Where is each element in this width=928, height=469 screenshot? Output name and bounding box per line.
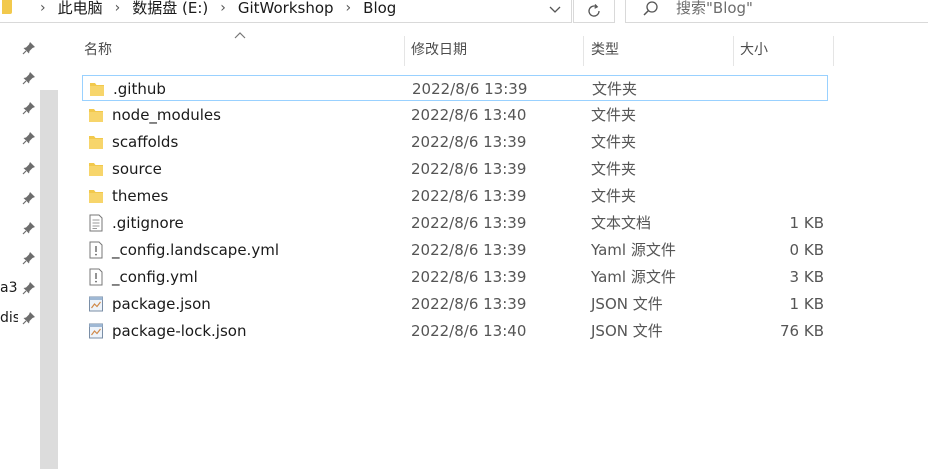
file-type: 文件夹	[591, 160, 637, 178]
file-name[interactable]: source	[112, 156, 162, 182]
file-name[interactable]: scaffolds	[112, 129, 178, 155]
text-file-icon	[89, 214, 103, 232]
file-type: JSON 文件	[591, 322, 663, 340]
breadcrumb-item-gitworkshop[interactable]: GitWorkshop	[238, 0, 334, 18]
pin-icon[interactable]	[22, 221, 36, 235]
file-size: 1 KB	[789, 295, 824, 313]
file-size: 1 KB	[789, 214, 824, 232]
breadcrumb-separator[interactable]: ›	[220, 0, 226, 18]
folder-icon	[89, 190, 103, 203]
breadcrumb-separator[interactable]: ›	[346, 0, 352, 18]
file-modified-date: 2022/8/6 13:39	[411, 268, 527, 286]
column-divider[interactable]	[583, 36, 584, 66]
file-row[interactable]: package-lock.json 2022/8/6 13:40 JSON 文件 76…	[82, 318, 828, 344]
file-type: Yaml 源文件	[591, 268, 676, 286]
search-box[interactable]: 搜索"Blog"	[625, 0, 928, 23]
column-divider[interactable]	[733, 36, 734, 66]
file-name[interactable]: _config.yml	[112, 264, 198, 290]
breadcrumb-separator[interactable]: ›	[40, 0, 46, 18]
pin-icon[interactable]	[22, 311, 36, 325]
column-header-size[interactable]: 大小	[740, 36, 830, 64]
pin-icon[interactable]	[22, 161, 36, 175]
breadcrumb-item-blog[interactable]: Blog	[363, 0, 396, 18]
pin-icon[interactable]	[22, 281, 36, 295]
file-modified-date: 2022/8/6 13:39	[411, 214, 527, 232]
refresh-icon	[588, 4, 600, 17]
file-modified-date: 2022/8/6 13:39	[411, 133, 527, 151]
file-row[interactable]: .github 2022/8/6 13:39 文件夹	[82, 75, 828, 101]
file-modified-date: 2022/8/6 13:40	[411, 106, 527, 124]
nav-item-label[interactable]: dis	[0, 310, 18, 326]
address-bar[interactable]: › 此电脑 › 数据盘 (E:) › GitWorkshop › Blog	[0, 0, 572, 23]
file-name[interactable]: package.json	[112, 291, 211, 317]
file-name[interactable]: _config.landscape.yml	[112, 237, 279, 263]
folder-icon	[2, 0, 12, 14]
pin-icon[interactable]	[22, 251, 36, 265]
file-modified-date: 2022/8/6 13:39	[411, 187, 527, 205]
file-type: 文本文档	[591, 214, 652, 232]
file-type: Yaml 源文件	[591, 241, 676, 259]
file-type: JSON 文件	[591, 295, 663, 313]
column-divider[interactable]	[833, 36, 834, 66]
file-modified-date: 2022/8/6 13:39	[411, 241, 527, 259]
file-name[interactable]: .gitignore	[112, 210, 184, 236]
pin-icon[interactable]	[22, 71, 36, 85]
search-icon	[643, 1, 658, 16]
file-type: 文件夹	[591, 187, 637, 205]
file-type: 文件夹	[591, 106, 637, 124]
yaml-file-icon	[89, 268, 103, 286]
file-size: 0 KB	[789, 241, 824, 259]
nav-item-label[interactable]: a3.1	[0, 280, 18, 296]
scrollbar[interactable]	[40, 90, 58, 469]
folder-icon	[89, 136, 103, 149]
file-modified-date: 2022/8/6 13:40	[411, 322, 527, 340]
column-divider[interactable]	[404, 36, 405, 66]
pin-icon[interactable]	[22, 131, 36, 145]
file-name[interactable]: node_modules	[112, 102, 221, 128]
pin-icon[interactable]	[22, 41, 36, 55]
file-size: 76 KB	[780, 322, 824, 340]
folder-icon	[90, 83, 104, 96]
file-name[interactable]: .github	[113, 76, 166, 102]
column-header-date[interactable]: 修改日期	[411, 36, 581, 64]
folder-icon	[89, 109, 103, 122]
search-placeholder[interactable]: 搜索"Blog"	[676, 0, 753, 18]
breadcrumb-item-drive[interactable]: 数据盘 (E:)	[132, 0, 208, 18]
navigation-pane: a3.1 dis	[0, 22, 58, 469]
file-row[interactable]: scaffolds 2022/8/6 13:39 文件夹	[82, 129, 828, 155]
folder-icon	[89, 163, 103, 176]
file-name[interactable]: package-lock.json	[112, 318, 246, 344]
yaml-file-icon	[89, 241, 103, 259]
json-file-icon	[89, 323, 103, 339]
breadcrumb-item-this-pc[interactable]: 此电脑	[58, 0, 103, 18]
file-row[interactable]: source 2022/8/6 13:39 文件夹	[82, 156, 828, 182]
json-file-icon	[89, 296, 103, 312]
chevron-down-icon[interactable]	[547, 1, 563, 17]
pin-icon[interactable]	[22, 101, 36, 115]
file-name[interactable]: themes	[112, 183, 168, 209]
file-modified-date: 2022/8/6 13:39	[411, 295, 527, 313]
file-row[interactable]: _config.landscape.yml 2022/8/6 13:39 Yaml …	[82, 237, 828, 263]
file-type: 文件夹	[592, 80, 638, 98]
file-row[interactable]: _config.yml 2022/8/6 13:39 Yaml 源文件 3 KB	[82, 264, 828, 290]
file-modified-date: 2022/8/6 13:39	[411, 160, 527, 178]
column-header-type[interactable]: 类型	[591, 36, 731, 64]
breadcrumb-separator[interactable]: ›	[115, 0, 121, 18]
file-row[interactable]: node_modules 2022/8/6 13:40 文件夹	[82, 102, 828, 128]
column-header-name[interactable]: 名称	[84, 36, 404, 64]
breadcrumb: › 此电脑 › 数据盘 (E:) › GitWorkshop › Blog	[28, 0, 396, 18]
refresh-button[interactable]	[573, 0, 615, 23]
file-size: 3 KB	[789, 268, 824, 286]
file-row[interactable]: themes 2022/8/6 13:39 文件夹	[82, 183, 828, 209]
file-row[interactable]: .gitignore 2022/8/6 13:39 文本文档 1 KB	[82, 210, 828, 236]
file-modified-date: 2022/8/6 13:39	[412, 80, 528, 98]
file-row[interactable]: package.json 2022/8/6 13:39 JSON 文件 1 KB	[82, 291, 828, 317]
file-type: 文件夹	[591, 133, 637, 151]
pin-icon[interactable]	[22, 191, 36, 205]
